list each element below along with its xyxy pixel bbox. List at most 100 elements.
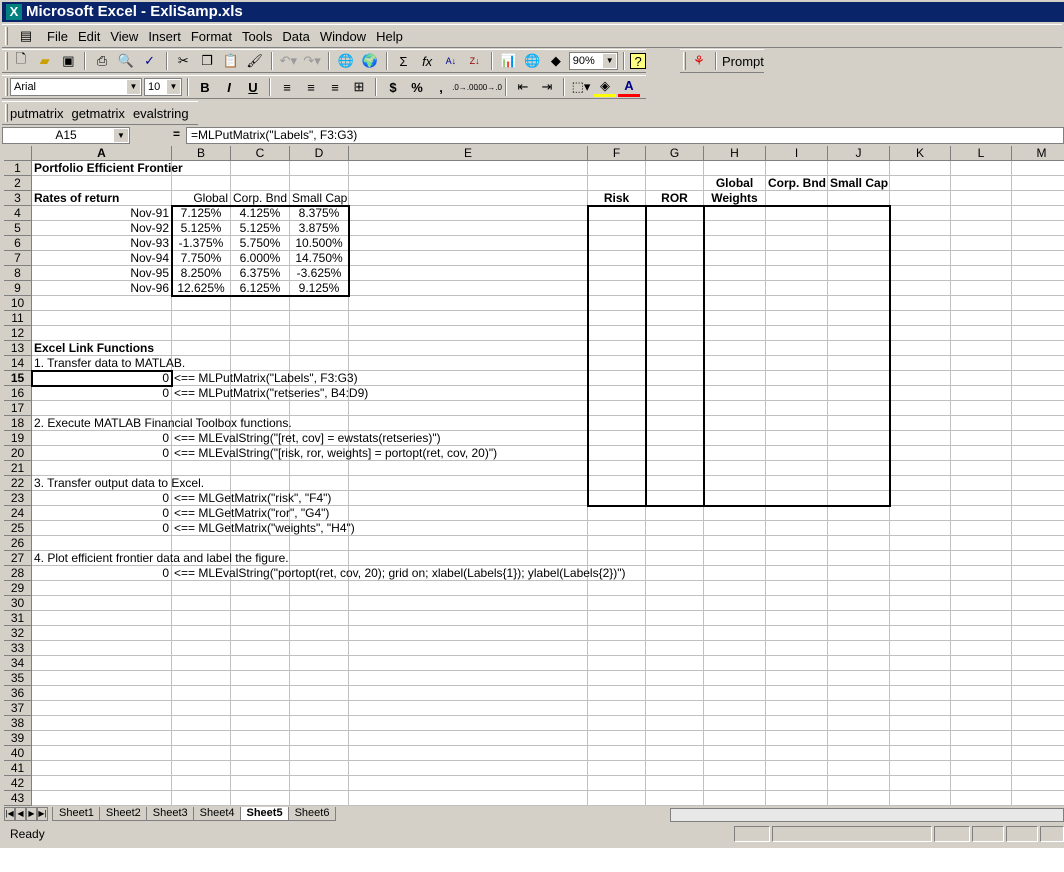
cell-G32[interactable]	[646, 626, 704, 641]
cell-G10[interactable]	[646, 296, 704, 311]
cell-L26[interactable]	[951, 536, 1012, 551]
cell-G31[interactable]	[646, 611, 704, 626]
cell-L21[interactable]	[951, 461, 1012, 476]
cell-G42[interactable]	[646, 776, 704, 791]
cell-H22[interactable]	[704, 476, 766, 491]
cell-H27[interactable]	[704, 551, 766, 566]
cell-E17[interactable]	[349, 401, 588, 416]
cell-K3[interactable]	[890, 191, 951, 206]
cell-J42[interactable]	[828, 776, 890, 791]
cell-K2[interactable]	[890, 176, 951, 191]
cell-H18[interactable]	[704, 416, 766, 431]
cell-F26[interactable]	[588, 536, 646, 551]
chart-wizard-icon[interactable]: 📊	[498, 51, 520, 71]
cell-L8[interactable]	[951, 266, 1012, 281]
cell-G18[interactable]	[646, 416, 704, 431]
cell-K26[interactable]	[890, 536, 951, 551]
cell-J29[interactable]	[828, 581, 890, 596]
row-header-15[interactable]: 15	[4, 371, 32, 386]
cell-J41[interactable]	[828, 761, 890, 776]
menu-view[interactable]: View	[110, 29, 138, 44]
cell-D35[interactable]	[290, 671, 349, 686]
cell-B33[interactable]	[172, 641, 231, 656]
cell-K11[interactable]	[890, 311, 951, 326]
cell-L17[interactable]	[951, 401, 1012, 416]
row-header-37[interactable]: 37	[4, 701, 32, 716]
cell-I39[interactable]	[766, 731, 828, 746]
cell-M25[interactable]	[1012, 521, 1064, 536]
cell-M2[interactable]	[1012, 176, 1064, 191]
cell-F38[interactable]	[588, 716, 646, 731]
cell-G8[interactable]	[646, 266, 704, 281]
column-header-C[interactable]: C	[231, 146, 290, 161]
toolbar-grip[interactable]	[5, 104, 8, 122]
function-icon[interactable]: fx	[416, 51, 438, 71]
cell-B24[interactable]: <== MLGetMatrix("ror", "G4")	[172, 506, 329, 521]
cell-L37[interactable]	[951, 701, 1012, 716]
menu-window[interactable]: Window	[320, 29, 366, 44]
cell-G35[interactable]	[646, 671, 704, 686]
cell-B37[interactable]	[172, 701, 231, 716]
cell-I42[interactable]	[766, 776, 828, 791]
cell-A40[interactable]	[32, 746, 172, 761]
sheet-tab-sheet1[interactable]: Sheet1	[52, 807, 101, 821]
cell-I20[interactable]	[766, 446, 828, 461]
cell-I18[interactable]	[766, 416, 828, 431]
cell-M6[interactable]	[1012, 236, 1064, 251]
cell-L16[interactable]	[951, 386, 1012, 401]
cell-C41[interactable]	[231, 761, 290, 776]
cell-E30[interactable]	[349, 596, 588, 611]
cell-M21[interactable]	[1012, 461, 1064, 476]
cell-G29[interactable]	[646, 581, 704, 596]
cell-M8[interactable]	[1012, 266, 1064, 281]
cell-M33[interactable]	[1012, 641, 1064, 656]
cell-F23[interactable]	[588, 491, 646, 506]
cell-L19[interactable]	[951, 431, 1012, 446]
cell-C35[interactable]	[231, 671, 290, 686]
cell-K42[interactable]	[890, 776, 951, 791]
cell-L42[interactable]	[951, 776, 1012, 791]
cell-J26[interactable]	[828, 536, 890, 551]
cell-J27[interactable]	[828, 551, 890, 566]
cell-E39[interactable]	[349, 731, 588, 746]
new-icon[interactable]: 🗋	[10, 51, 32, 71]
cell-I30[interactable]	[766, 596, 828, 611]
cell-B7[interactable]: 7.750%	[172, 251, 231, 266]
cell-M20[interactable]	[1012, 446, 1064, 461]
cell-K17[interactable]	[890, 401, 951, 416]
cell-M42[interactable]	[1012, 776, 1064, 791]
menu-tools[interactable]: Tools	[242, 29, 272, 44]
cell-H39[interactable]	[704, 731, 766, 746]
cell-F33[interactable]	[588, 641, 646, 656]
cell-D13[interactable]	[290, 341, 349, 356]
cell-F21[interactable]	[588, 461, 646, 476]
cell-C29[interactable]	[231, 581, 290, 596]
cell-A29[interactable]	[32, 581, 172, 596]
cell-J28[interactable]	[828, 566, 890, 581]
cell-M35[interactable]	[1012, 671, 1064, 686]
cell-K13[interactable]	[890, 341, 951, 356]
menu-format[interactable]: Format	[191, 29, 232, 44]
cell-E8[interactable]	[349, 266, 588, 281]
cell-F25[interactable]	[588, 521, 646, 536]
sheet-tab-sheet4[interactable]: Sheet4	[192, 807, 242, 821]
cell-L31[interactable]	[951, 611, 1012, 626]
cell-K29[interactable]	[890, 581, 951, 596]
menu-file[interactable]: File	[47, 29, 68, 44]
cell-H30[interactable]	[704, 596, 766, 611]
cell-G5[interactable]	[646, 221, 704, 236]
cell-M41[interactable]	[1012, 761, 1064, 776]
cell-D34[interactable]	[290, 656, 349, 671]
cell-B12[interactable]	[172, 326, 231, 341]
cell-I16[interactable]	[766, 386, 828, 401]
cell-K20[interactable]	[890, 446, 951, 461]
cell-A5[interactable]: Nov-92	[32, 221, 172, 236]
cell-M16[interactable]	[1012, 386, 1064, 401]
cell-K32[interactable]	[890, 626, 951, 641]
cell-A33[interactable]	[32, 641, 172, 656]
toolbar-grip[interactable]	[5, 27, 8, 45]
cell-F43[interactable]	[588, 791, 646, 806]
column-header-J[interactable]: J	[828, 146, 890, 161]
paste-icon[interactable]: 📋	[220, 51, 242, 71]
cell-H7[interactable]	[704, 251, 766, 266]
